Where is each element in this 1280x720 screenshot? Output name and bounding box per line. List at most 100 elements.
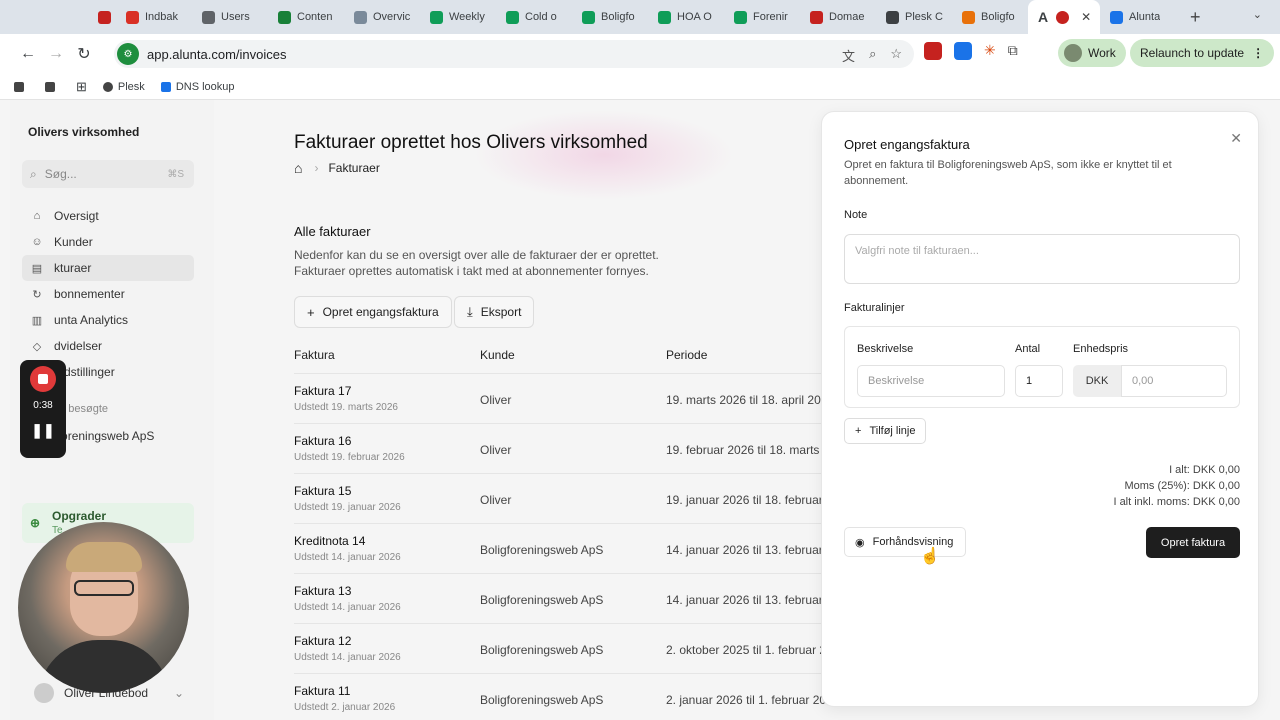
omnibox[interactable]: ⚙ app.alunta.com/invoices 文 ⌕ ☆ — [114, 40, 914, 68]
invoice-icon: ▤ — [31, 262, 43, 275]
tab-label: Overvic — [373, 11, 411, 23]
note-textarea[interactable]: Valgfri note til fakturaen... — [844, 234, 1240, 284]
billing-period: 19. marts 2026 til 18. april 2026 — [666, 393, 835, 407]
tab-favicon-icon — [962, 10, 975, 24]
tab-label: Cold o — [525, 11, 557, 23]
forward-button[interactable]: → — [42, 45, 70, 63]
asterisk-extension-icon[interactable]: ✳ — [984, 42, 996, 60]
bookmark-icon[interactable] — [45, 81, 55, 92]
browser-tab[interactable]: Domae — [800, 0, 876, 34]
tab-label: Users — [221, 11, 250, 23]
customer-name: Boligforeningsweb ApS — [480, 543, 604, 557]
column-header-periode[interactable]: Periode — [666, 348, 707, 362]
bookmark-label: DNS lookup — [175, 80, 235, 93]
add-line-button[interactable]: + Tilføj linje — [844, 418, 927, 444]
profile-button[interactable]: Work — [1058, 39, 1126, 67]
issued-date: Udstedt 14. januar 2026 — [294, 552, 401, 563]
table-row[interactable]: Faktura 11 Udstedt 2. januar 2026 Boligfor… — [294, 673, 834, 720]
table-row[interactable]: Faktura 12 Udstedt 14. januar 2026 Boligfo… — [294, 623, 834, 673]
browser-tab[interactable]: Forenir — [724, 0, 800, 34]
create-one-time-invoice-button[interactable]: + Opret engangsfaktura — [294, 296, 452, 328]
browser-tab[interactable]: Weekly — [420, 0, 496, 34]
sidebar-item-fakturaer[interactable]: ▤ kturaer — [22, 255, 194, 281]
tab-favicon-icon — [1110, 10, 1123, 24]
home-icon[interactable]: ⌂ — [294, 160, 302, 176]
pause-icon[interactable]: ❚❚ — [20, 422, 66, 439]
extensions-icon: ◇ — [32, 340, 42, 353]
more-vertical-icon[interactable]: ⋮ — [1252, 46, 1264, 60]
table-row[interactable]: Faktura 13 Udstedt 14. januar 2026 Boligfo… — [294, 573, 834, 623]
home-icon: ⌂ — [33, 210, 41, 222]
translate-icon[interactable]: 文 — [842, 46, 855, 65]
org-name[interactable]: Olivers virksomhed — [28, 125, 139, 139]
back-button[interactable]: ← — [14, 45, 42, 63]
note-placeholder: Valgfri note til fakturaen... — [855, 245, 979, 257]
sidebar-item-udvidelser[interactable]: ◇ dvidelser — [22, 333, 194, 359]
browser-tab[interactable]: Conten — [268, 0, 344, 34]
browser-tab[interactable]: Boligfo — [952, 0, 1028, 34]
plus-icon: + — [307, 304, 315, 320]
browser-tab-active[interactable]: A ✕ — [1028, 0, 1100, 34]
extension-icon[interactable] — [954, 42, 972, 60]
plus-icon: + — [855, 425, 862, 437]
webcam-overlay — [18, 522, 189, 693]
browser-tab[interactable]: Users — [192, 0, 268, 34]
reload-button[interactable]: ↻ — [70, 44, 98, 64]
sidebar-item-oversigt[interactable]: ⌂ Oversigt — [22, 203, 194, 229]
unit-price-placeholder: 0,00 — [1132, 375, 1154, 387]
browser-tab[interactable]: HOA O — [648, 0, 724, 34]
export-button[interactable]: ⤓ Eksport — [454, 296, 535, 328]
stop-recording-button[interactable] — [30, 366, 56, 392]
zoom-icon[interactable]: ⌕ — [869, 46, 876, 65]
description-input[interactable]: Beskrivelse — [857, 365, 1005, 397]
bookmark-star-icon[interactable]: ☆ — [890, 46, 902, 65]
create-invoice-button[interactable]: Opret faktura — [1146, 527, 1240, 558]
search-icon: ⌕ — [30, 166, 37, 181]
breadcrumb-current[interactable]: Fakturaer — [328, 161, 379, 175]
browser-tab[interactable]: Plesk C — [876, 0, 952, 34]
invoice-number: Faktura 12 — [294, 634, 352, 648]
apps-grid-icon[interactable]: ⊞ — [76, 79, 87, 95]
browser-tab[interactable]: Alunta — [1100, 0, 1176, 34]
tab-search-chevron-icon[interactable]: ⌄ — [1253, 8, 1262, 21]
download-icon: ⤓ — [467, 304, 473, 319]
description-line: Nedenfor kan du se en oversigt over alle… — [294, 248, 659, 262]
browser-tab[interactable]: Indbak — [116, 0, 192, 34]
browser-tab[interactable] — [88, 0, 116, 34]
tab-label: Alunta — [1129, 11, 1161, 23]
site-info-icon[interactable]: ⚙ — [117, 43, 139, 65]
issued-date: Udstedt 19. januar 2026 — [294, 502, 401, 513]
table-row[interactable]: Faktura 17 Udstedt 19. marts 2026 Oliver 19… — [294, 373, 834, 423]
table-row[interactable]: Faktura 16 Udstedt 19. februar 2026 Oliver… — [294, 423, 834, 473]
browser-tab[interactable]: Boligfo — [572, 0, 648, 34]
sidebar-item-kunder[interactable]: ☺ Kunder — [22, 229, 194, 255]
search-input[interactable]: ⌕ Søg... ⌘S — [22, 160, 194, 188]
browser-tab[interactable]: Overvic — [344, 0, 420, 34]
column-header-faktura[interactable]: Faktura — [294, 348, 335, 362]
tab-favicon-icon — [278, 10, 291, 24]
column-header-description: Beskrivelse — [857, 343, 914, 355]
table-row[interactable]: Faktura 15 Udstedt 19. januar 2026 Oliver 1… — [294, 473, 834, 523]
close-icon[interactable]: ✕ — [1230, 130, 1242, 147]
new-tab-button[interactable]: + — [1190, 7, 1201, 28]
extensions-puzzle-icon[interactable]: ⧉ — [1008, 42, 1018, 60]
sidebar-item-analytics[interactable]: ▥ unta Analytics — [22, 307, 194, 333]
column-header-kunde[interactable]: Kunde — [480, 348, 515, 362]
unit-price-input[interactable]: 0,00 — [1121, 365, 1227, 397]
table-row[interactable]: Kreditnota 14 Udstedt 14. januar 2026 Boli… — [294, 523, 834, 573]
bookmark-icon[interactable] — [14, 81, 24, 92]
bookmark-dns-lookup[interactable]: DNS lookup — [160, 80, 235, 93]
sidebar-item-abonnementer[interactable]: ↻ bonnementer — [22, 281, 194, 307]
close-tab-icon[interactable]: ✕ — [1081, 10, 1091, 24]
relaunch-button[interactable]: Relaunch to update ⋮ — [1130, 39, 1275, 67]
extension-icon[interactable] — [924, 42, 942, 60]
quantity-input[interactable]: 1 — [1015, 365, 1063, 397]
bookmark-plesk[interactable]: Plesk — [102, 81, 145, 93]
billing-period: 19. februar 2026 til 18. marts 2 — [666, 443, 830, 457]
browser-tab[interactable]: Cold o — [496, 0, 572, 34]
currency-addon: DKK — [1073, 365, 1121, 397]
note-label: Note — [844, 209, 868, 221]
tab-label: Indbak — [145, 11, 179, 23]
url-text[interactable]: app.alunta.com/invoices — [147, 47, 286, 62]
preview-button[interactable]: ◉ Forhåndsvisning — [844, 527, 967, 557]
